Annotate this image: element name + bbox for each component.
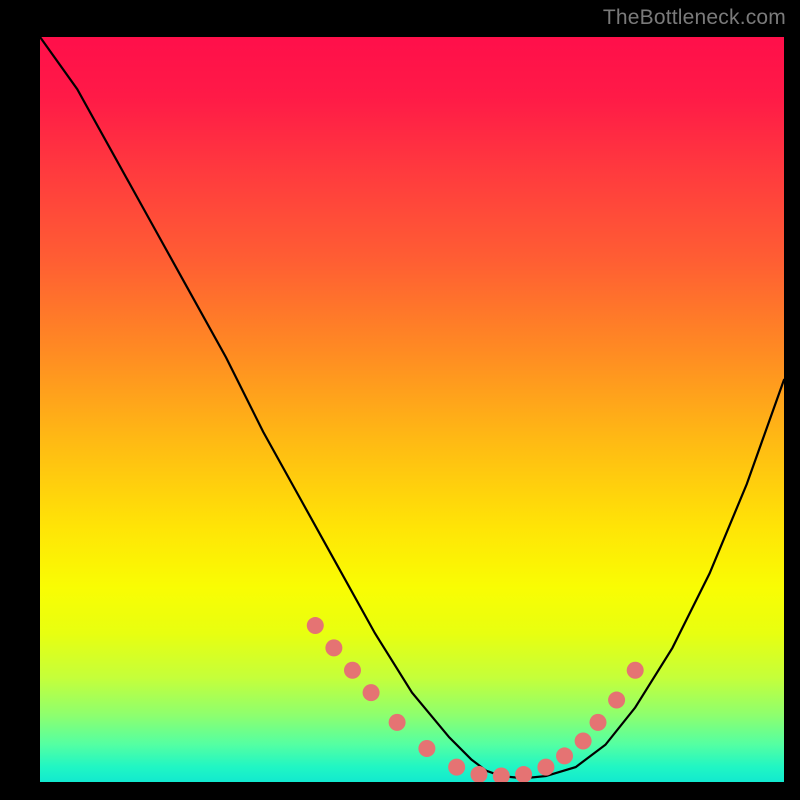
highlight-dot [493,768,510,782]
highlight-dot [389,714,406,731]
highlight-dot [537,759,554,776]
bottleneck-curve [40,37,784,778]
plot-area [40,37,784,782]
highlight-dot [608,692,625,709]
highlight-dot [363,684,380,701]
curve-layer [40,37,784,782]
highlight-dot [556,747,573,764]
highlight-dot [344,662,361,679]
highlight-dot [590,714,607,731]
highlight-dot [515,766,532,782]
highlight-dot [325,639,342,656]
highlight-dot [307,617,324,634]
highlight-dot [418,740,435,757]
watermark-text: TheBottleneck.com [603,6,786,30]
highlight-dot [470,766,487,782]
highlight-dots-group [307,617,644,782]
highlight-dot [627,662,644,679]
highlight-dot [448,759,465,776]
highlight-dot [575,733,592,750]
chart-frame: TheBottleneck.com [0,0,800,800]
